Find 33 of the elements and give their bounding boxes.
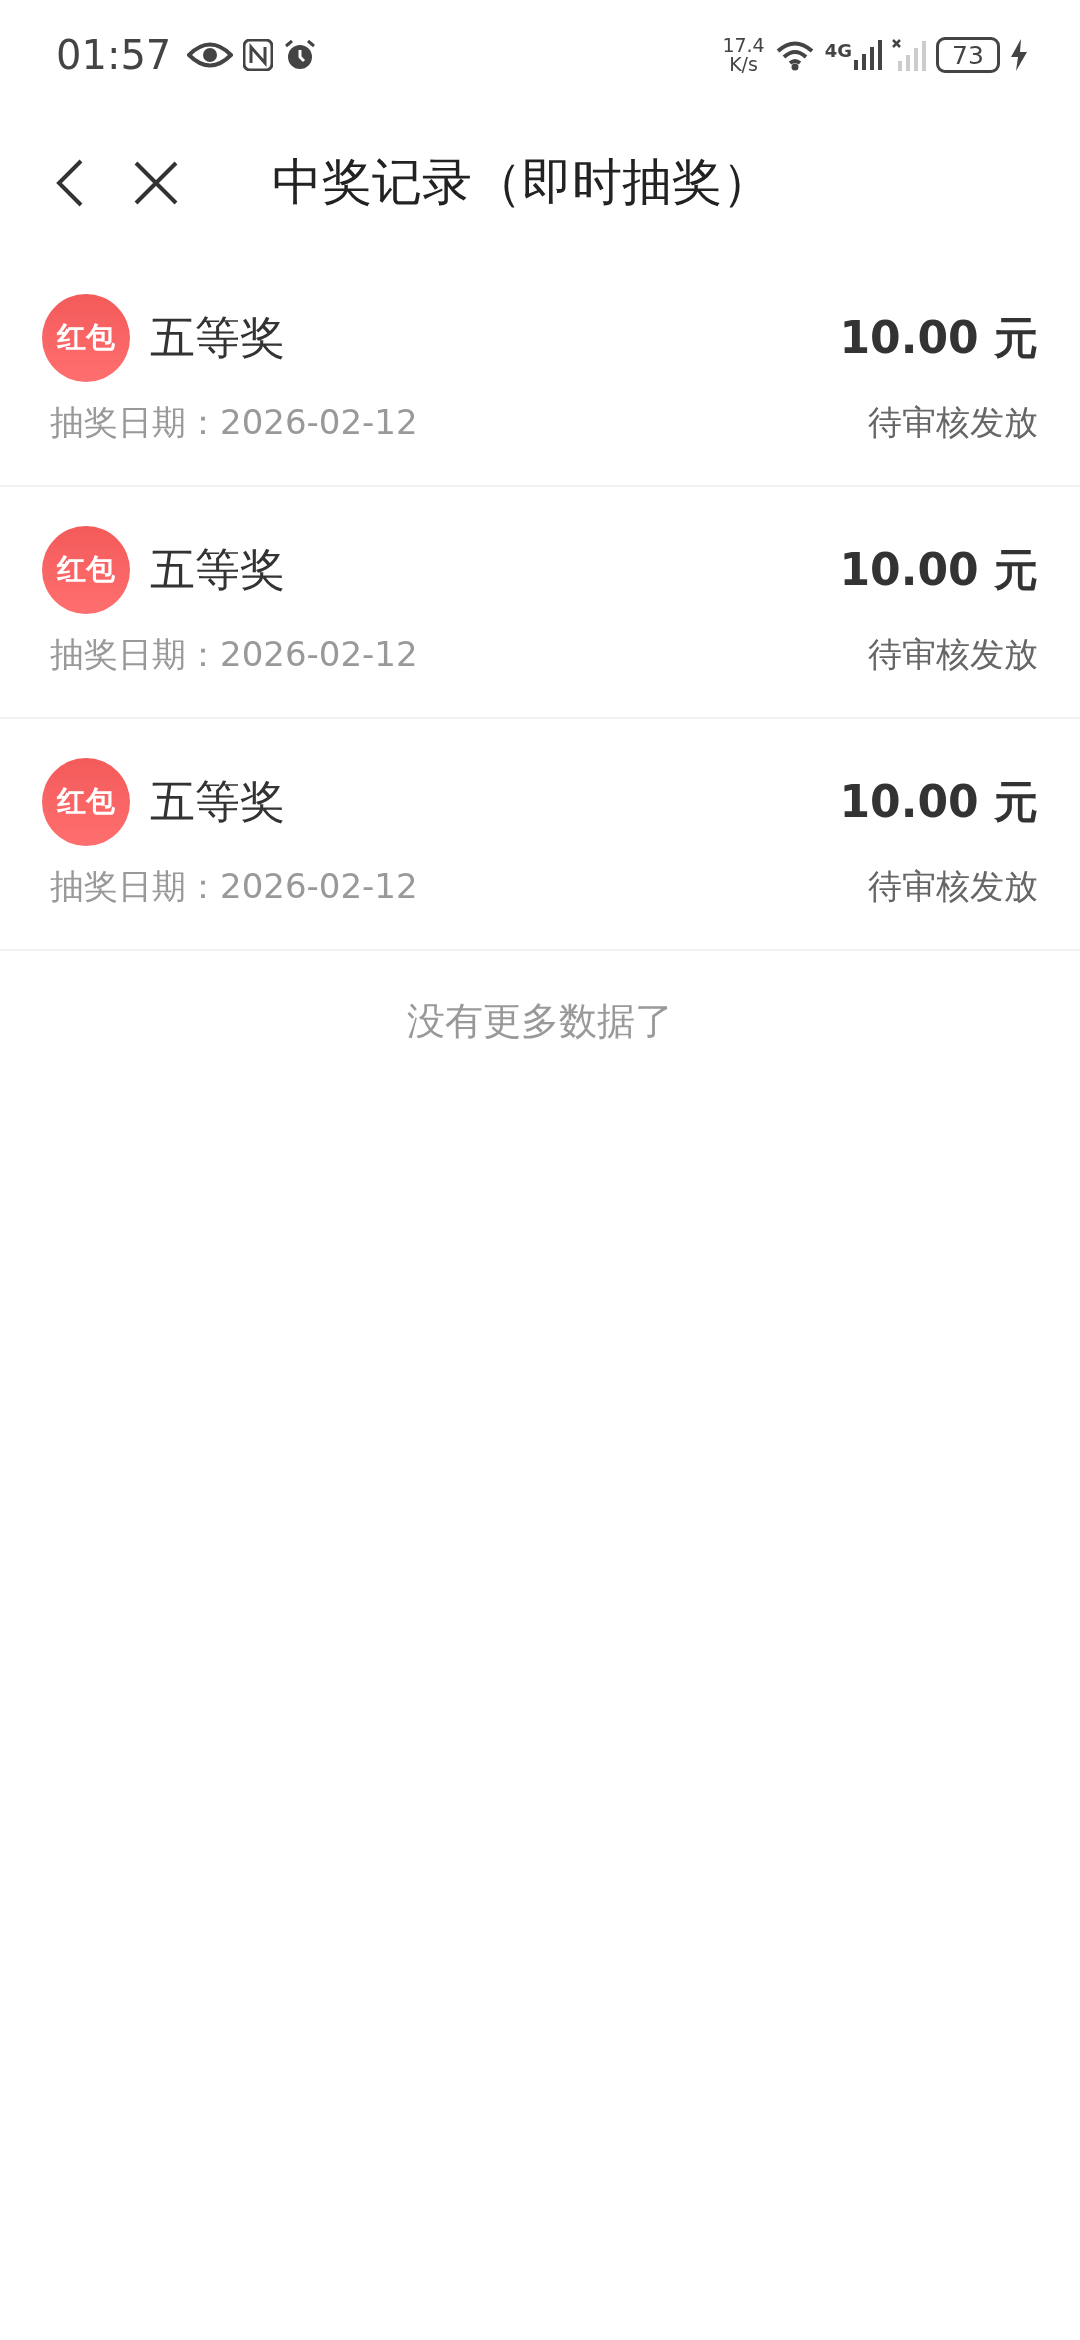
record-status: 待审核发放 (868, 865, 1038, 908)
signal-icon (854, 40, 882, 70)
record-status: 待审核发放 (868, 633, 1038, 676)
no-signal-icon (892, 39, 926, 71)
end-of-list-text: 没有更多数据了 (406, 998, 674, 1045)
draw-date: 抽奖日期：2026-02-12 (50, 401, 418, 444)
battery-level: 73 (936, 37, 1000, 73)
prize-type-badge: 红包 (42, 526, 130, 614)
wifi-icon (774, 39, 815, 71)
prize-amount: 10.00 元 (839, 542, 1038, 597)
prize-amount: 10.00 元 (839, 774, 1038, 829)
network-speed: 17.4 K/s (722, 36, 765, 74)
prize-name: 五等奖 (150, 310, 285, 366)
nfc-icon (243, 39, 274, 71)
page-title: 中奖记录（即时抽奖） (272, 152, 772, 213)
prize-record[interactable]: 红包 五等奖 10.00 元 抽奖日期：2026-02-12 待审核发放 (0, 719, 1080, 951)
close-icon (133, 159, 179, 206)
prize-type-badge: 红包 (42, 294, 130, 382)
record-status: 待审核发放 (868, 401, 1038, 444)
alarm-icon (283, 38, 318, 72)
back-icon (55, 157, 85, 208)
draw-date: 抽奖日期：2026-02-12 (50, 865, 418, 908)
prize-record[interactable]: 红包 五等奖 10.00 元 抽奖日期：2026-02-12 待审核发放 (0, 255, 1080, 487)
charging-icon (1010, 39, 1028, 71)
prize-name: 五等奖 (150, 774, 285, 830)
prize-amount: 10.00 元 (839, 310, 1038, 365)
prize-name: 五等奖 (150, 542, 285, 598)
eye-icon (187, 40, 234, 70)
prize-record[interactable]: 红包 五等奖 10.00 元 抽奖日期：2026-02-12 待审核发放 (0, 487, 1080, 719)
prize-type-badge: 红包 (42, 758, 130, 846)
status-time: 01:57 (56, 32, 172, 78)
network-type: 4G (824, 40, 852, 61)
draw-date: 抽奖日期：2026-02-12 (50, 633, 418, 676)
